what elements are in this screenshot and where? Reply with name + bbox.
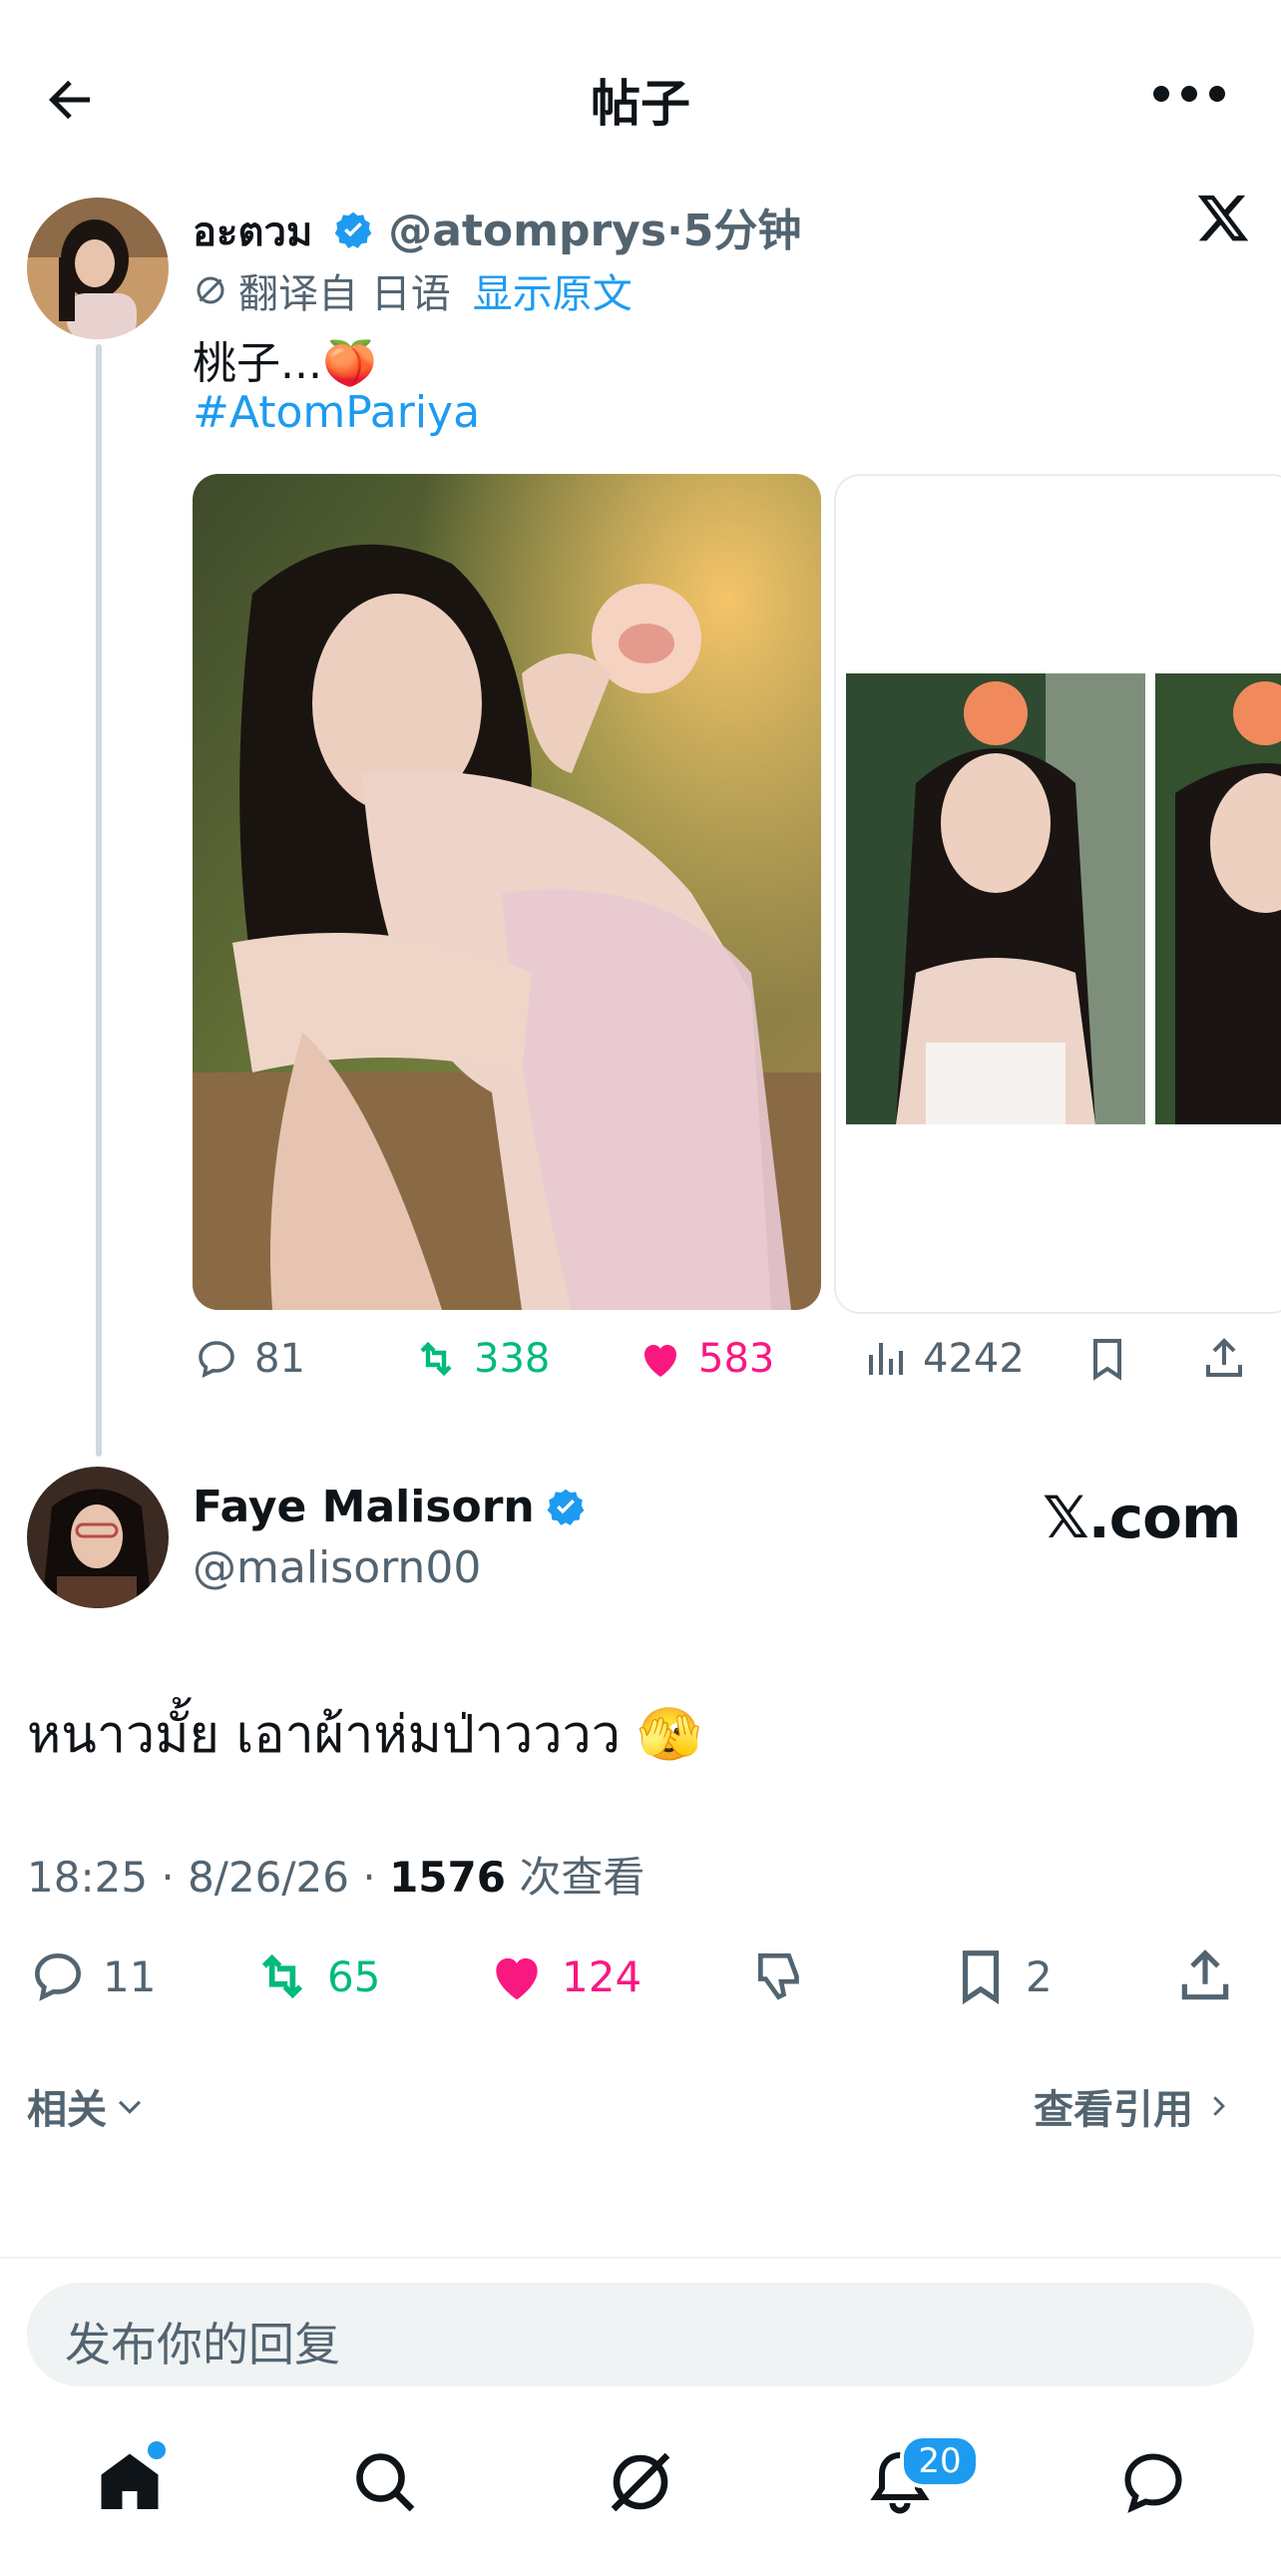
translate-label: 翻译自 日语 [238, 271, 451, 317]
author-name[interactable]: อะตวม [193, 210, 312, 255]
translation-row: 翻译自 日语 显示原文 [193, 261, 633, 319]
x-logo-icon [1197, 195, 1249, 241]
reply-count: 81 [254, 1336, 305, 1382]
view-quotes-link[interactable]: 查看引用 [1034, 2077, 1233, 2135]
notifications-badge: 20 [900, 2434, 980, 2488]
view-quotes-label: 查看引用 [1034, 2087, 1193, 2133]
grok-icon[interactable] [605, 2446, 676, 2518]
reply-input[interactable]: 发布你的回复 [27, 2283, 1254, 2386]
bookmark-button[interactable] [1083, 1335, 1131, 1383]
views-icon [869, 1343, 903, 1375]
retweet-button[interactable]: 65 [251, 1945, 380, 2007]
tweet-photo[interactable] [193, 474, 821, 1310]
show-original-link[interactable]: 显示原文 [473, 261, 633, 319]
view-count: 1576 [389, 1853, 506, 1902]
view-count: 4242 [923, 1336, 1025, 1382]
page-title: 帖子 [591, 75, 690, 133]
thread-line [96, 344, 102, 1457]
tweet-actions: 11 65 124 2 [27, 1945, 1264, 2015]
watermark: 𝕏.com [1043, 1484, 1241, 1551]
chevron-right-icon [1213, 2096, 1225, 2116]
bookmark-button[interactable]: 2 [950, 1945, 1053, 2007]
translate-icon [197, 276, 224, 304]
tweet-text: 桃子...🍑 [193, 338, 377, 389]
tweet-photo-carousel[interactable] [834, 474, 1281, 1314]
verified-badge-icon [547, 1489, 585, 1525]
like-count: 124 [562, 1951, 642, 2001]
bookmark-icon [1093, 1339, 1121, 1381]
tweet-photo[interactable] [846, 673, 1145, 1124]
retweet-count: 65 [327, 1951, 381, 2001]
related-dropdown[interactable]: 相关 [27, 2077, 147, 2135]
verified-badge-icon [334, 212, 372, 248]
reply-button[interactable]: 81 [193, 1335, 305, 1383]
tweet-photo[interactable] [1155, 673, 1281, 1124]
bookmark-count: 2 [1026, 1951, 1053, 2001]
retweet-count: 338 [474, 1336, 551, 1382]
retweet-icon [261, 1953, 303, 1999]
tweet-text: หนาวมั้ย เอาผ้าห่มป่าวววว 🫣 [27, 1705, 702, 1765]
home-notification-dot [145, 2438, 169, 2462]
share-icon [1181, 1949, 1229, 2000]
dislike-button[interactable] [750, 1945, 812, 2007]
author-info: อะตวม @atomprys·5分钟 [193, 195, 801, 263]
views-button[interactable]: 4242 [861, 1335, 1025, 1383]
share-icon [1206, 1338, 1242, 1377]
bottom-nav [0, 2424, 1281, 2544]
heart-icon [496, 1957, 538, 2000]
reply-count: 11 [103, 1951, 157, 2001]
like-button[interactable]: 583 [637, 1335, 774, 1383]
chevron-down-icon [118, 2100, 142, 2114]
more-options-icon[interactable] [1149, 70, 1229, 120]
heart-icon [644, 1345, 676, 1377]
views-label: 次查看 [505, 1853, 645, 1902]
bookmark-icon [962, 1950, 1000, 2005]
tweet-time: ·5分钟 [666, 206, 802, 256]
hashtag-link[interactable]: #AtomPariya [193, 387, 480, 438]
reply-button[interactable]: 11 [27, 1945, 156, 2007]
like-count: 583 [698, 1336, 775, 1382]
author-handle[interactable]: @malisorn00 [193, 1542, 481, 1593]
author-name[interactable]: Faye Malisorn [193, 1482, 535, 1532]
author-info: Faye Malisorn [193, 1482, 587, 1532]
share-button[interactable] [1200, 1335, 1248, 1383]
divider [0, 2257, 1281, 2259]
share-button[interactable] [1174, 1945, 1236, 2007]
avatar[interactable] [27, 1467, 169, 1608]
avatar[interactable] [27, 198, 169, 339]
related-label: 相关 [27, 2087, 107, 2133]
search-icon[interactable] [349, 2446, 421, 2518]
messages-icon[interactable] [1117, 2446, 1189, 2518]
tweet-meta: 18:25 · 8/26/26 · 1576 次查看 [27, 1844, 644, 1905]
retweet-icon [420, 1341, 452, 1377]
tweet-actions: 81 338 583 4242 [193, 1335, 1270, 1395]
thumbs-down-icon [758, 1953, 799, 2000]
like-button[interactable]: 124 [486, 1945, 641, 2007]
retweet-button[interactable]: 338 [412, 1335, 550, 1383]
reply-icon [35, 1953, 81, 2001]
tweet-timestamp[interactable]: 18:25 · 8/26/26 · [27, 1853, 389, 1902]
reply-icon [199, 1341, 234, 1379]
author-handle[interactable]: @atomprys [388, 206, 666, 256]
reply-placeholder: 发布你的回复 [65, 2318, 340, 2371]
